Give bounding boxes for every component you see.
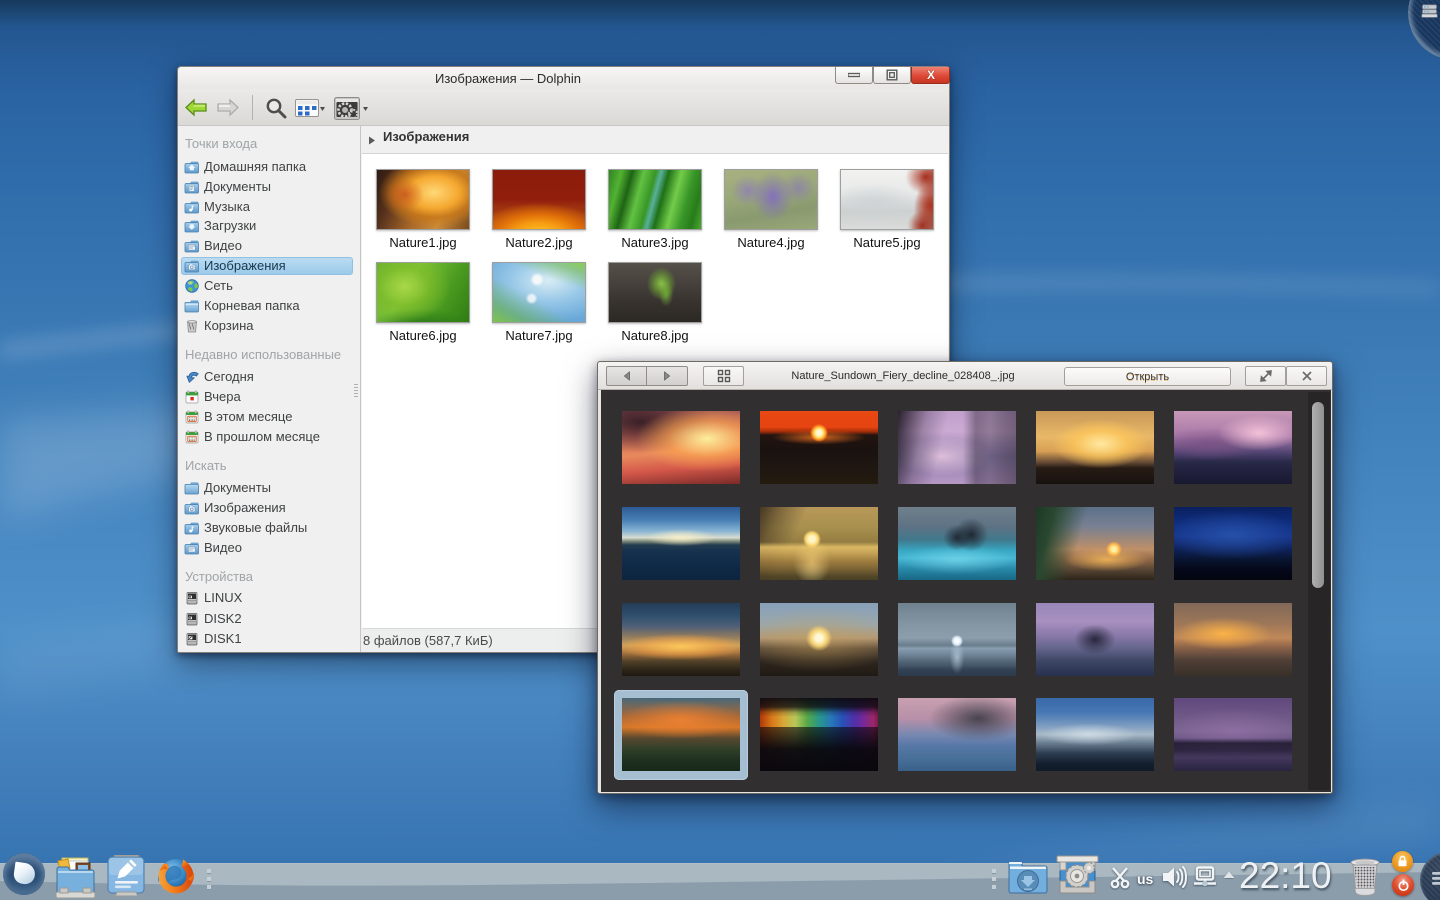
svg-text:X: X [926, 69, 934, 81]
